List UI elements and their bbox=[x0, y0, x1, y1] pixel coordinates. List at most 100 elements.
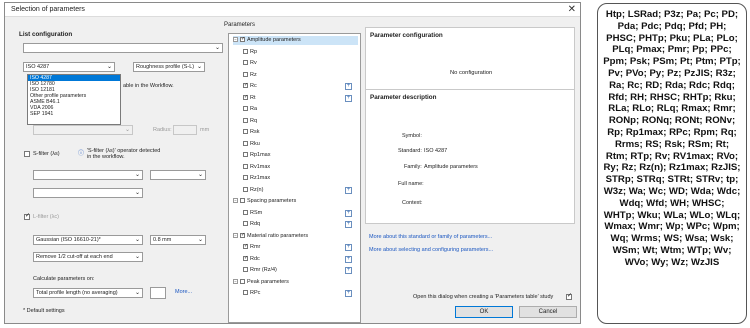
tree-checkbox[interactable] bbox=[240, 35, 245, 43]
tree-item[interactable]: Rdq bbox=[243, 220, 343, 229]
tree-group[interactable]: − Peak parameters bbox=[233, 278, 358, 287]
tree-checkbox[interactable] bbox=[240, 278, 245, 284]
chevron-down-icon: ⌄ bbox=[196, 64, 202, 70]
add-icon[interactable]: + bbox=[345, 186, 352, 194]
open-dialog-checkbox[interactable] bbox=[566, 292, 572, 300]
add-icon[interactable]: + bbox=[345, 83, 352, 90]
tree-label: Rc bbox=[250, 83, 257, 89]
tree-label: Spacing parameters bbox=[247, 198, 297, 204]
collapse-icon[interactable]: − bbox=[233, 232, 238, 238]
tree-checkbox[interactable] bbox=[243, 221, 248, 227]
tree-checkbox[interactable] bbox=[243, 152, 248, 158]
tree-checkbox[interactable] bbox=[243, 290, 248, 296]
add-icon[interactable]: + bbox=[345, 290, 352, 297]
profile-select[interactable]: Roughness profile (S-L) ⌄ bbox=[133, 62, 205, 72]
dropdown-option[interactable]: SEP 1941 bbox=[28, 111, 120, 117]
tree-label: RPc bbox=[250, 290, 261, 296]
add-icon[interactable]: + bbox=[345, 94, 352, 102]
tree-checkbox[interactable] bbox=[243, 117, 248, 123]
no-config-text: No configuration bbox=[450, 70, 493, 76]
standard-family-link[interactable]: More about this standard or family of pa… bbox=[369, 234, 492, 240]
tree-group[interactable]: − Material ratio parameters bbox=[233, 231, 358, 241]
tree-item[interactable]: Rv bbox=[243, 59, 343, 68]
add-icon[interactable]: + bbox=[345, 255, 352, 263]
s-filter-checkbox[interactable] bbox=[24, 151, 30, 157]
tree-label: Rp bbox=[250, 48, 258, 55]
tree-item[interactable]: Rku bbox=[243, 140, 343, 149]
collapse-icon[interactable]: − bbox=[233, 198, 238, 204]
tree-item[interactable]: Rz1max bbox=[243, 174, 343, 183]
search-input[interactable]: ⌄ bbox=[23, 43, 223, 53]
parameter-description-panel: Parameter description Symbol: Standard: … bbox=[365, 89, 575, 224]
add-icon[interactable]: + bbox=[345, 267, 352, 274]
tree-item[interactable]: Rq bbox=[243, 117, 343, 126]
cancel-button[interactable]: Cancel bbox=[519, 306, 577, 318]
tree-checkbox[interactable] bbox=[243, 71, 248, 77]
parameters-tree[interactable]: − Amplitude parameters Rp Rv Rz Rc + Rt + Ra Rq Rsk… bbox=[228, 33, 361, 323]
tree-checkbox[interactable] bbox=[243, 129, 248, 135]
tree-item[interactable]: Rdc bbox=[243, 254, 343, 264]
chevron-down-icon: ⌄ bbox=[134, 237, 140, 243]
tree-item[interactable]: Ra bbox=[243, 105, 343, 114]
s-filter-value-select[interactable]: ⌄ bbox=[150, 170, 206, 180]
tree-checkbox[interactable] bbox=[243, 93, 248, 101]
tree-item[interactable]: Rsk bbox=[243, 128, 343, 137]
tree-checkbox[interactable] bbox=[243, 140, 248, 146]
radius-unit: mm bbox=[200, 127, 210, 133]
tree-checkbox[interactable] bbox=[243, 242, 248, 250]
tree-label: Rdq bbox=[250, 221, 261, 227]
l-filter-checkbox[interactable] bbox=[24, 212, 30, 220]
tree-group[interactable]: − Spacing parameters bbox=[233, 197, 358, 206]
tree-item[interactable]: Rc bbox=[243, 81, 343, 91]
tree-checkbox[interactable] bbox=[243, 106, 248, 112]
tree-checkbox[interactable] bbox=[243, 186, 248, 192]
standard-dropdown-list[interactable]: ISO 4287 ISO 12780 ISO 12181 Other profi… bbox=[27, 74, 121, 125]
tree-item[interactable]: Rz(n) bbox=[243, 186, 343, 195]
collapse-icon[interactable]: − bbox=[233, 37, 238, 43]
tree-item[interactable]: Rmr bbox=[243, 242, 343, 252]
tree-checkbox[interactable] bbox=[243, 267, 248, 273]
tree-item[interactable]: RSm bbox=[243, 209, 343, 218]
tree-label: Rp1max bbox=[250, 152, 271, 158]
tree-item[interactable]: RPc bbox=[243, 289, 343, 298]
add-icon[interactable]: + bbox=[345, 209, 352, 217]
s-filter-option-select[interactable]: ⌄ bbox=[33, 188, 143, 198]
close-icon[interactable]: ✕ bbox=[568, 4, 576, 15]
cutoff-select[interactable]: 0.8 mm ⌄ bbox=[150, 235, 206, 245]
chevron-down-icon: ⌄ bbox=[197, 237, 203, 243]
color-swatch[interactable] bbox=[150, 287, 166, 299]
selecting-params-link[interactable]: More about selecting and configuring par… bbox=[369, 247, 493, 253]
add-icon[interactable]: + bbox=[345, 244, 352, 251]
tree-item[interactable]: Rp bbox=[243, 48, 343, 57]
info-icon: ⓘ bbox=[78, 151, 85, 157]
tree-checkbox[interactable] bbox=[243, 163, 248, 169]
remove-cutoff-select[interactable]: Remove 1/2 cut-off at each end ⌄ bbox=[33, 252, 143, 262]
s-filter-note: 'S-filter (λs)' operator detected in the… bbox=[87, 148, 161, 160]
tree-item[interactable]: Rp1max bbox=[243, 151, 343, 160]
chevron-down-icon: ⌄ bbox=[106, 64, 112, 70]
tree-checkbox[interactable] bbox=[240, 198, 245, 204]
tree-item[interactable]: Rt bbox=[243, 93, 343, 103]
more-link[interactable]: More... bbox=[175, 289, 192, 295]
tree-label: Rt bbox=[250, 94, 256, 101]
tree-checkbox[interactable] bbox=[243, 209, 248, 215]
collapse-icon[interactable]: − bbox=[233, 278, 238, 284]
tree-checkbox[interactable] bbox=[243, 175, 248, 181]
s-filter-type-select[interactable]: ⌄ bbox=[33, 170, 143, 180]
tree-item[interactable]: Rz bbox=[243, 71, 343, 80]
calc-select[interactable]: Total profile length (no averaging) ⌄ bbox=[33, 288, 143, 298]
add-icon[interactable]: + bbox=[345, 221, 352, 228]
ok-button[interactable]: OK bbox=[455, 306, 513, 318]
tree-group[interactable]: − Amplitude parameters bbox=[233, 35, 358, 45]
tree-item[interactable]: Rv1max bbox=[243, 163, 343, 172]
tree-checkbox[interactable] bbox=[243, 48, 248, 54]
selection-dialog: Selection of parameters ✕ List configura… bbox=[4, 2, 581, 324]
gaussian-select[interactable]: Gaussian (ISO 16610-21)* ⌄ bbox=[33, 235, 143, 245]
tree-checkbox[interactable] bbox=[243, 81, 248, 89]
standard-select[interactable]: ISO 4287 ⌄ bbox=[23, 62, 115, 72]
tree-checkbox[interactable] bbox=[240, 231, 245, 239]
tree-item[interactable]: Rmr (Rz/4) bbox=[243, 266, 343, 275]
tree-checkbox[interactable] bbox=[243, 254, 248, 262]
tree-checkbox[interactable] bbox=[243, 60, 248, 66]
tree-label: Rmr (Rz/4) bbox=[250, 267, 277, 273]
